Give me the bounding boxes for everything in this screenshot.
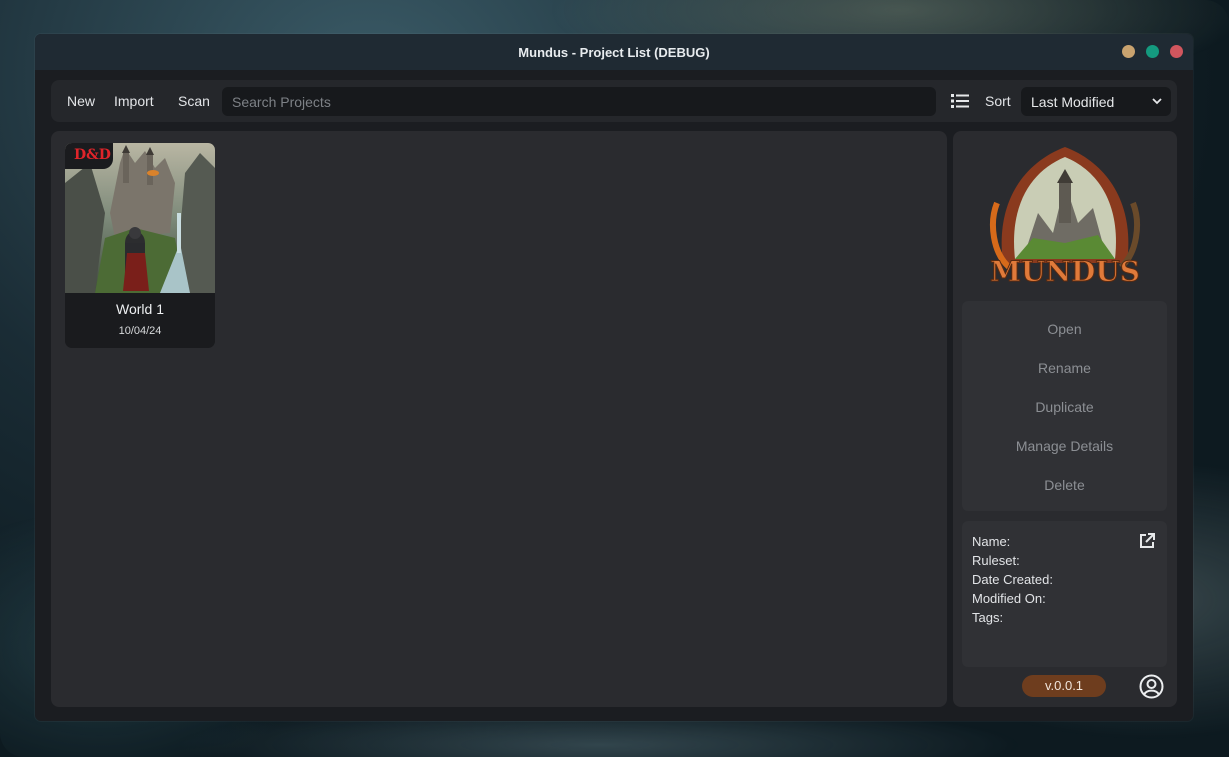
list-view-icon[interactable] xyxy=(951,93,969,109)
ruleset-label: Ruleset: xyxy=(972,553,1020,568)
project-card[interactable]: D&D World 1 10/04/24 xyxy=(65,143,215,348)
new-button[interactable]: New xyxy=(67,93,95,109)
app-window: Mundus - Project List (DEBUG) New Import… xyxy=(35,34,1193,721)
search-input[interactable] xyxy=(222,87,936,116)
external-link-icon[interactable] xyxy=(1138,532,1156,550)
version-badge: v.0.0.1 xyxy=(1022,675,1106,697)
minimize-button[interactable] xyxy=(1122,45,1135,58)
details-panel: Name: Ruleset: Date Created: Modified On… xyxy=(962,521,1167,667)
manage-details-button[interactable]: Manage Details xyxy=(962,438,1167,454)
name-label: Name: xyxy=(972,534,1011,549)
duplicate-button[interactable]: Duplicate xyxy=(962,399,1167,415)
title-bar[interactable]: Mundus - Project List (DEBUG) xyxy=(35,34,1193,70)
chevron-down-icon xyxy=(1152,98,1162,105)
scan-button[interactable]: Scan xyxy=(178,93,210,109)
user-account-icon[interactable] xyxy=(1139,674,1164,699)
project-grid: D&D World 1 10/04/24 xyxy=(51,131,947,707)
rename-button[interactable]: Rename xyxy=(962,360,1167,376)
import-button[interactable]: Import xyxy=(114,93,154,109)
mundus-logo: MUNDUS xyxy=(990,147,1140,289)
window-title: Mundus - Project List (DEBUG) xyxy=(518,45,710,60)
project-date: 10/04/24 xyxy=(118,325,162,337)
action-panel: Open Rename Duplicate Manage Details Del… xyxy=(962,301,1167,511)
close-button[interactable] xyxy=(1170,45,1183,58)
ruleset-badge-text: D&D xyxy=(74,147,111,163)
toolbar: New Import Scan Sort Last Modified xyxy=(51,80,1177,122)
delete-button[interactable]: Delete xyxy=(962,477,1167,493)
sort-select[interactable]: Last Modified xyxy=(1021,87,1171,116)
open-button[interactable]: Open xyxy=(962,321,1167,337)
project-name: World 1 xyxy=(116,301,164,317)
date-created-label: Date Created: xyxy=(972,572,1053,587)
sort-label: Sort xyxy=(985,93,1011,109)
maximize-button[interactable] xyxy=(1146,45,1159,58)
sort-select-value: Last Modified xyxy=(1031,94,1115,110)
tags-label: Tags: xyxy=(972,610,1004,625)
project-side-panel: MUNDUS Open Rename Duplicate Manage Deta… xyxy=(953,131,1177,707)
ruleset-badge: D&D xyxy=(65,143,113,169)
logo-text: MUNDUS xyxy=(990,255,1140,288)
modified-on-label: Modified On: xyxy=(972,591,1046,606)
